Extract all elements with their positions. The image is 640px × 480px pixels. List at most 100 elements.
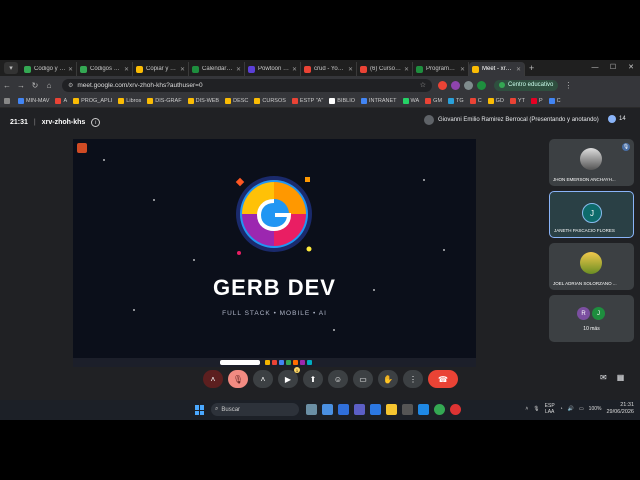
browser-menu-icon[interactable]: ⋮ xyxy=(564,81,572,90)
browser-tab[interactable]: Copiar y pegar✕ xyxy=(133,62,189,76)
browser-tab[interactable]: Programacion web✕ xyxy=(413,62,469,76)
bookmark-item[interactable]: DIS-GRAF xyxy=(147,97,182,104)
extension-icon[interactable] xyxy=(477,80,486,90)
bookmark-item[interactable]: PROG_APLI xyxy=(73,97,112,104)
raise-hand-button[interactable]: ✋ xyxy=(378,370,398,388)
browser-tab[interactable]: Codigo y demostraciones✕ xyxy=(21,62,77,76)
browser-tab[interactable]: crud - YouTube✕ xyxy=(301,62,357,76)
browser-tab[interactable]: (6) Curso de programacion✕ xyxy=(357,62,413,76)
close-tab-icon[interactable]: ✕ xyxy=(236,66,241,73)
participant-tile[interactable]: JOEL ADRIAN SOLORZANO ... xyxy=(549,243,634,290)
bookmark-item[interactable]: C xyxy=(469,97,482,104)
participant-tile[interactable]: 🎙 JHON EMERSON ANCHAYH... xyxy=(549,139,634,186)
windows-start-icon[interactable] xyxy=(195,405,205,415)
close-tab-icon[interactable]: ✕ xyxy=(124,66,129,73)
bookmark-item[interactable]: ESTP "A" xyxy=(291,97,323,104)
captions-button[interactable]: ▭ xyxy=(353,370,373,388)
language-indicator[interactable]: ESP LAA xyxy=(545,403,555,415)
bookmark-item[interactable]: BIBLIO xyxy=(329,97,355,104)
file-explorer-icon[interactable] xyxy=(386,404,397,415)
volume-icon[interactable]: 🔊 xyxy=(568,406,574,412)
more-participants-tile[interactable]: R J 10 más xyxy=(549,295,634,342)
bookmark-star-icon[interactable]: ☆ xyxy=(420,81,426,89)
bookmark-item[interactable]: P xyxy=(530,97,543,104)
taskbar-search[interactable]: ⌕ Buscar xyxy=(211,403,299,416)
browser-tab[interactable]: Powtoon Workspace✕ xyxy=(245,62,301,76)
bookmark-item[interactable]: A xyxy=(55,97,67,104)
new-tab-button[interactable]: + xyxy=(529,63,534,73)
bookmark-item[interactable]: MIN-MAV xyxy=(18,97,49,104)
bookmark-item[interactable]: YT xyxy=(509,97,525,104)
extension-icon[interactable] xyxy=(451,80,460,90)
widgets-icon[interactable] xyxy=(306,404,317,415)
bookmark-item[interactable]: CURSOS xyxy=(254,97,286,104)
close-tab-icon[interactable]: ✕ xyxy=(180,66,185,73)
participant-tile[interactable]: J JANETH PASCACIO FLORES xyxy=(549,191,634,238)
bookmark-item[interactable]: DESC xyxy=(225,97,248,104)
browser-tab[interactable]: Meet - xrv-zhoh-khs✕ xyxy=(469,62,525,76)
more-options-button[interactable]: ⋮ xyxy=(403,370,423,388)
close-tab-icon[interactable]: ✕ xyxy=(460,66,465,73)
close-tab-icon[interactable]: ✕ xyxy=(516,66,521,73)
bookmark-label: TG xyxy=(456,97,464,104)
bookmark-item[interactable]: WA xyxy=(402,97,419,104)
task-view-icon[interactable] xyxy=(322,404,333,415)
bookmark-item[interactable]: DIS-WEB xyxy=(187,97,219,104)
bookmark-item[interactable] xyxy=(4,97,12,104)
emoji-button[interactable]: ☺ xyxy=(328,370,348,388)
info-icon[interactable]: i xyxy=(91,118,101,127)
participant-name: JOEL ADRIAN SOLORZANO ... xyxy=(553,281,617,286)
mic-options-button[interactable]: ˄ xyxy=(203,370,223,388)
chrome-icon[interactable] xyxy=(434,404,445,415)
mic-toggle-button[interactable]: 🎙 xyxy=(228,370,248,388)
tab-favicon-icon xyxy=(416,65,423,73)
camera-options-button[interactable]: ˄ xyxy=(253,370,273,388)
close-tab-icon[interactable]: ✕ xyxy=(68,66,73,73)
app-icon[interactable] xyxy=(338,404,349,415)
battery-icon[interactable]: ▭ xyxy=(579,406,584,412)
home-icon[interactable]: ⌂ xyxy=(42,81,56,90)
maximize-icon[interactable]: ☐ xyxy=(604,60,622,74)
browser-tab[interactable]: Códigos de programacion✕ xyxy=(77,62,133,76)
bookmark-item[interactable]: GM xyxy=(425,97,442,104)
chat-icon[interactable]: ✉ xyxy=(600,373,607,382)
tray-arrow-icon[interactable]: ˄ xyxy=(525,406,528,412)
leave-call-button[interactable]: ☎ xyxy=(428,370,458,388)
wifi-icon[interactable]: ◔ xyxy=(560,406,563,412)
window-controls: — ☐ ✕ xyxy=(586,60,640,74)
app-icon[interactable] xyxy=(450,404,461,415)
forward-icon[interactable]: → xyxy=(14,81,28,90)
mic-tray-icon[interactable]: 🎙 xyxy=(533,406,539,412)
extension-icon[interactable] xyxy=(438,80,447,90)
site-info-icon[interactable]: ⚙ xyxy=(68,82,73,89)
activities-icon[interactable]: ▦ xyxy=(617,373,625,382)
bookmark-item[interactable]: INTRANET xyxy=(361,97,397,104)
app-icon[interactable] xyxy=(418,404,429,415)
extensions-puzzle-icon[interactable] xyxy=(464,80,473,90)
bookmark-icon xyxy=(530,97,537,104)
app-icon[interactable] xyxy=(402,404,413,415)
close-tab-icon[interactable]: ✕ xyxy=(348,66,353,73)
present-button[interactable]: ⬆ xyxy=(303,370,323,388)
app-icon[interactable] xyxy=(370,404,381,415)
minimize-icon[interactable]: — xyxy=(586,60,604,74)
tab-search-button[interactable]: ▾ xyxy=(4,62,18,74)
keyboard-layout: LAA xyxy=(544,409,555,415)
browser-tab[interactable]: Calendar - Google✕ xyxy=(189,62,245,76)
bookmark-item[interactable]: C xyxy=(548,97,561,104)
address-bar[interactable]: ⚙ meet.google.com/xrv-zhoh-khs?authuser=… xyxy=(62,78,432,92)
camera-toggle-button[interactable]: ▶ 1 xyxy=(278,367,300,388)
reload-icon[interactable]: ↻ xyxy=(28,81,42,90)
bookmark-item[interactable]: TG xyxy=(448,97,464,104)
close-tab-icon[interactable]: ✕ xyxy=(292,66,297,73)
bookmark-item[interactable]: GD xyxy=(487,97,504,104)
close-window-icon[interactable]: ✕ xyxy=(622,60,640,74)
profile-button[interactable]: Centro educativo xyxy=(494,79,559,91)
bookmark-item[interactable]: Libros xyxy=(118,97,141,104)
app-icon[interactable] xyxy=(354,404,365,415)
bookmark-label: DIS-GRAF xyxy=(155,97,182,104)
clock[interactable]: 21:31 29/06/2026 xyxy=(606,402,634,416)
back-icon[interactable]: ← xyxy=(0,81,14,90)
participants-button[interactable]: 14 xyxy=(608,115,626,123)
close-tab-icon[interactable]: ✕ xyxy=(404,66,409,73)
